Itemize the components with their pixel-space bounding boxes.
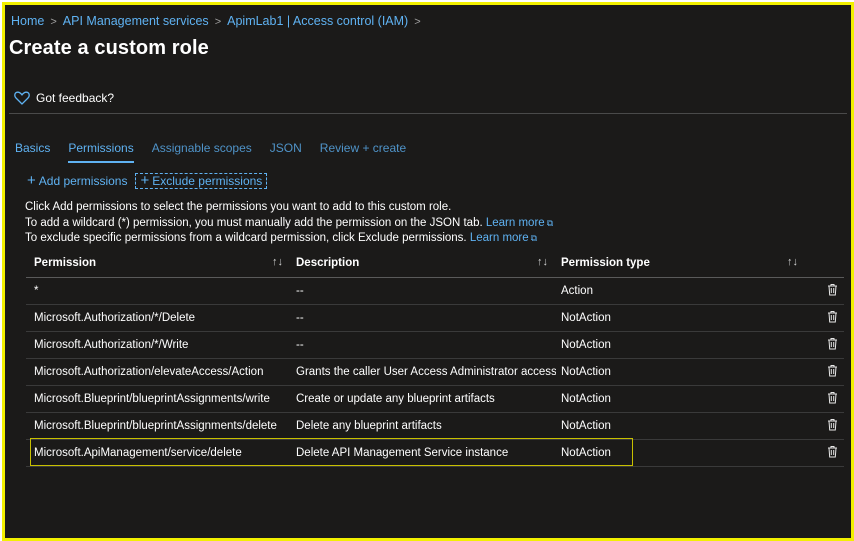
table-row: Microsoft.Blueprint/blueprintAssignments…	[26, 413, 844, 440]
permission-cell: Microsoft.Authorization/*/Delete	[34, 312, 196, 324]
breadcrumb-separator: >	[214, 16, 222, 28]
tab-review-create[interactable]: Review + create	[320, 141, 406, 163]
description-cell: Create or update any blueprint artifacts	[296, 393, 495, 405]
description-cell: --	[296, 312, 304, 324]
plus-icon: +	[140, 172, 150, 189]
table-row: Microsoft.ApiManagement/service/delete D…	[26, 440, 844, 467]
tab-json[interactable]: JSON	[270, 141, 302, 163]
breadcrumb-separator: >	[50, 16, 57, 28]
description-cell: Grants the caller User Access Administra…	[296, 366, 556, 378]
table-row: * -- Action	[26, 278, 844, 305]
info-line-3: To exclude specific permissions from a w…	[25, 231, 553, 247]
portal-frame: Home > API Management services > ApimLab1 | …	[2, 2, 854, 541]
add-permissions-button[interactable]: + Add permissions	[25, 173, 129, 189]
info-line-3-text: To exclude specific permissions from a w…	[25, 232, 467, 244]
permission-type-cell: NotAction	[561, 393, 611, 405]
permission-type-cell: NotAction	[561, 366, 611, 378]
external-link-icon: ⧉	[530, 233, 538, 243]
delete-icon[interactable]	[827, 391, 838, 404]
delete-icon[interactable]	[827, 337, 838, 350]
delete-icon[interactable]	[827, 418, 838, 431]
table-row: Microsoft.Authorization/elevateAccess/Ac…	[26, 359, 844, 386]
description-cell: Delete API Management Service instance	[296, 447, 509, 459]
learn-more-label: Learn more	[469, 232, 529, 244]
tab-assignable-scopes[interactable]: Assignable scopes	[152, 141, 252, 163]
permission-cell: *	[34, 285, 39, 297]
info-line-2-text: To add a wildcard (*) permission, you mu…	[25, 216, 483, 229]
add-permissions-label: Add permissions	[38, 174, 128, 188]
description-cell: Delete any blueprint artifacts	[296, 420, 442, 432]
column-label: Permission	[34, 257, 96, 269]
learn-more-label: Learn more	[485, 216, 545, 229]
sort-icon[interactable]: ↑↓	[537, 256, 548, 268]
feedback-label: Got feedback?	[36, 91, 115, 105]
tab-bar: Basics Permissions Assignable scopes JSO…	[15, 141, 406, 163]
learn-more-link-wildcard[interactable]: Learn more ⧉	[486, 217, 553, 229]
info-text: Click Add permissions to select the perm…	[25, 200, 553, 247]
info-line-1: Click Add permissions to select the perm…	[25, 201, 452, 213]
permission-cell: Microsoft.ApiManagement/service/delete	[34, 447, 242, 459]
permissions-table: Permission ↑↓ Description ↑↓ Permission …	[26, 249, 844, 467]
tab-basics[interactable]: Basics	[15, 141, 50, 163]
column-header-permission[interactable]: Permission ↑↓	[26, 256, 291, 269]
table-row: Microsoft.Authorization/*/Delete -- NotA…	[26, 305, 844, 332]
table-header-row: Permission ↑↓ Description ↑↓ Permission …	[26, 249, 844, 278]
info-line-2: To add a wildcard (*) permission, you mu…	[25, 216, 553, 232]
sort-icon[interactable]: ↑↓	[272, 256, 283, 268]
permission-cell: Microsoft.Blueprint/blueprintAssignments…	[34, 393, 270, 405]
column-header-description[interactable]: Description ↑↓	[291, 256, 556, 269]
sort-icon[interactable]: ↑↓	[787, 256, 798, 268]
description-cell: --	[296, 339, 304, 351]
tab-permissions[interactable]: Permissions	[68, 141, 134, 163]
delete-icon[interactable]	[827, 445, 838, 458]
permission-type-cell: NotAction	[561, 420, 611, 432]
breadcrumb: Home > API Management services > ApimLab1 | …	[11, 14, 427, 28]
permission-type-cell: NotAction	[561, 312, 611, 324]
table-row: Microsoft.Authorization/*/Write -- NotAc…	[26, 332, 844, 359]
permission-cell: Microsoft.Blueprint/blueprintAssignments…	[34, 420, 277, 432]
delete-icon[interactable]	[827, 283, 838, 296]
description-cell: --	[296, 285, 304, 297]
header-divider	[9, 113, 847, 114]
learn-more-link-exclude[interactable]: Learn more ⧉	[470, 232, 537, 244]
feedback-button[interactable]: Got feedback?	[14, 91, 114, 105]
permission-cell: Microsoft.Authorization/*/Write	[34, 339, 189, 351]
plus-icon: +	[27, 172, 36, 189]
exclude-permissions-button[interactable]: + Exclude permissions	[135, 172, 268, 189]
action-bar: + Add permissions + Exclude permissions	[25, 172, 268, 189]
exclude-permissions-label: Exclude permissions	[152, 174, 263, 188]
table-row: Microsoft.Blueprint/blueprintAssignments…	[26, 386, 844, 413]
heart-icon	[14, 91, 30, 105]
permission-type-cell: NotAction	[561, 447, 611, 459]
column-label: Description	[296, 257, 360, 269]
permission-type-cell: NotAction	[561, 339, 611, 351]
permission-cell: Microsoft.Authorization/elevateAccess/Ac…	[34, 366, 264, 378]
column-header-permission-type[interactable]: Permission type ↑↓	[556, 256, 806, 269]
breadcrumb-home[interactable]: Home	[11, 14, 44, 28]
column-label: Permission type	[561, 257, 650, 269]
delete-icon[interactable]	[827, 310, 838, 323]
breadcrumb-access-control[interactable]: ApimLab1 | Access control (IAM)	[227, 14, 408, 28]
breadcrumb-separator: >	[414, 16, 421, 28]
permission-type-cell: Action	[561, 285, 593, 297]
external-link-icon: ⧉	[546, 217, 554, 228]
breadcrumb-api-management[interactable]: API Management services	[63, 14, 209, 28]
delete-icon[interactable]	[827, 364, 838, 377]
page-title: Create a custom role	[9, 37, 209, 59]
